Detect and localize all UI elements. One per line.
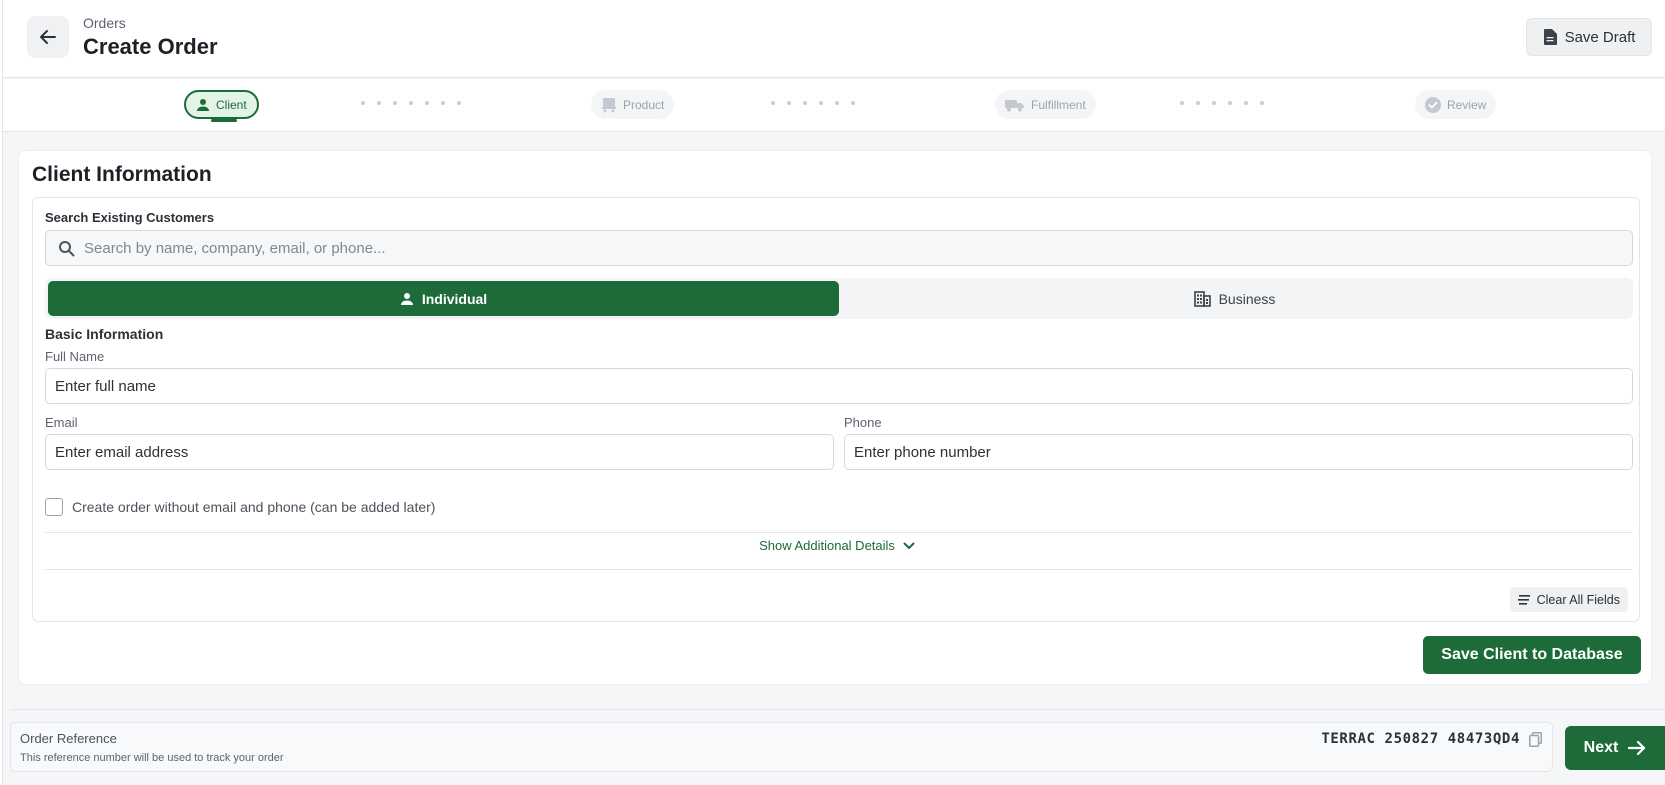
phone-label: Phone (844, 415, 882, 430)
toggle-label: Business (1218, 290, 1276, 307)
search-label: Search Existing Customers (45, 210, 215, 225)
save-draft-label: Save Draft (1564, 28, 1636, 46)
email-field[interactable] (45, 434, 834, 470)
order-stepper: Client Product Fulfillment Review (3, 79, 1665, 132)
client-form: Search Existing Customers Individual (32, 197, 1640, 622)
basic-information-heading: Basic Information (45, 326, 164, 342)
clear-all-fields-button[interactable]: Clear All Fields (1509, 587, 1628, 612)
client-type-toggle: Individual Business (45, 278, 1633, 319)
step-connector (771, 101, 855, 105)
breadcrumb[interactable]: Orders (83, 15, 126, 31)
step-review[interactable]: Review (1415, 90, 1497, 119)
active-step-indicator (211, 119, 237, 122)
next-button[interactable]: Next (1565, 726, 1665, 770)
check-circle-icon (1425, 96, 1441, 113)
show-additional-details-button[interactable]: Show Additional Details (33, 538, 1641, 553)
order-reference-panel: Order Reference This reference number wi… (10, 722, 1553, 772)
document-icon (1543, 29, 1557, 45)
order-reference-description: This reference number will be used to tr… (20, 752, 284, 764)
customer-search-box[interactable] (45, 230, 1633, 266)
search-icon (59, 241, 75, 257)
phone-input[interactable] (845, 435, 1632, 469)
customer-search-input[interactable] (84, 231, 1624, 265)
section-title: Client Information (32, 163, 212, 186)
cart-icon (602, 97, 616, 112)
client-information-card: Client Information Search Existing Custo… (18, 150, 1652, 685)
step-label: Review (1447, 97, 1487, 112)
save-client-button[interactable]: Save Client to Database (1423, 636, 1641, 674)
arrow-left-icon (40, 30, 56, 44)
person-icon (400, 292, 413, 305)
building-icon (1193, 290, 1211, 307)
full-name-input[interactable] (46, 369, 1632, 403)
back-button[interactable] (27, 16, 69, 58)
copy-icon[interactable] (1529, 732, 1542, 747)
arrow-right-icon (1628, 740, 1646, 756)
divider (45, 569, 1633, 570)
show-more-label: Show Additional Details (759, 538, 895, 553)
page-title: Create Order (83, 34, 218, 59)
page-header: Orders Create Order Save Draft (3, 0, 1665, 78)
phone-field[interactable] (844, 434, 1633, 470)
step-client[interactable]: Client (184, 90, 259, 119)
full-name-field[interactable] (45, 368, 1633, 404)
person-icon (197, 98, 209, 111)
order-reference-code: TERRAC 250827 48473QD4 (1321, 731, 1520, 747)
no-contact-option: Create order without email and phone (ca… (45, 498, 435, 516)
toggle-individual[interactable]: Individual (48, 281, 839, 316)
step-label: Product (623, 97, 665, 112)
email-label: Email (45, 415, 78, 430)
order-reference-title: Order Reference (20, 731, 117, 746)
next-label: Next (1583, 739, 1619, 756)
step-label: Client (216, 97, 247, 112)
no-contact-checkbox[interactable] (45, 498, 63, 516)
divider (10, 709, 1665, 710)
divider (45, 532, 1633, 533)
chevron-down-icon (903, 542, 915, 549)
no-contact-label[interactable]: Create order without email and phone (ca… (72, 499, 435, 515)
step-fulfillment[interactable]: Fulfillment (995, 90, 1096, 119)
step-connector (361, 101, 461, 105)
truck-icon (1005, 99, 1024, 111)
save-draft-button[interactable]: Save Draft (1526, 18, 1652, 56)
clear-label: Clear All Fields (1536, 592, 1620, 607)
email-input[interactable] (46, 435, 833, 469)
full-name-label: Full Name (45, 349, 105, 364)
toggle-business[interactable]: Business (839, 281, 1630, 316)
clear-icon (1517, 594, 1530, 605)
step-product[interactable]: Product (591, 90, 675, 119)
step-connector (1180, 101, 1264, 105)
toggle-label: Individual (421, 290, 488, 307)
step-label: Fulfillment (1031, 97, 1086, 112)
